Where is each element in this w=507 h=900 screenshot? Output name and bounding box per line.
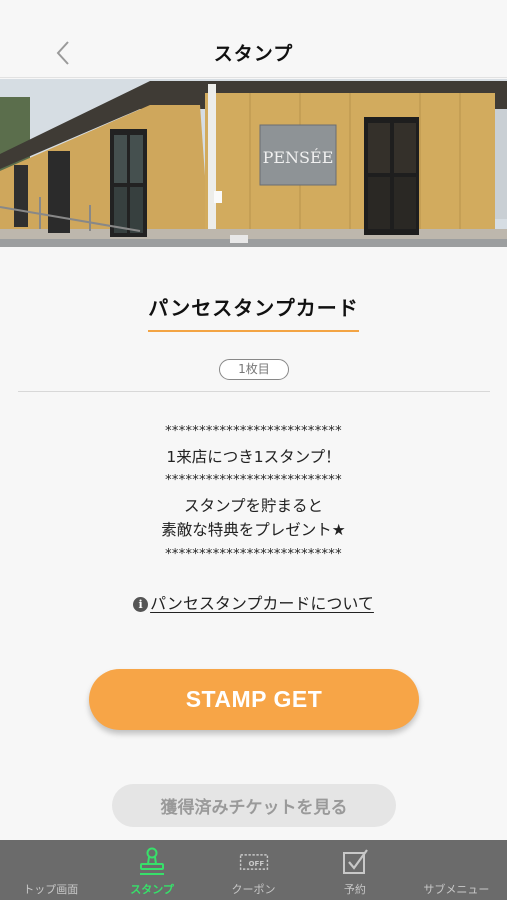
tab-bar: トップ画面 スタンプ OFF クーポン 予約 サブメニュー	[0, 840, 507, 900]
tab-label: 予約	[343, 883, 366, 896]
back-button[interactable]	[46, 36, 80, 70]
stamp-get-button[interactable]: STAMP GET	[89, 669, 419, 730]
chevron-left-icon	[56, 41, 69, 65]
view-tickets-button[interactable]: 獲得済みチケットを見る	[112, 784, 396, 827]
description-line: **************************	[165, 424, 342, 439]
home-icon	[36, 847, 66, 877]
tab-label: サブメニュー	[423, 883, 490, 896]
description-line: 1来店につき1スタンプ！	[166, 447, 341, 466]
about-stamp-card-link[interactable]: i パンセスタンプカードについて	[0, 590, 507, 614]
reservation-check-icon	[340, 847, 370, 877]
tab-coupon[interactable]: OFF クーポン	[203, 840, 304, 900]
description-line: **************************	[165, 546, 342, 562]
nav-bar: スタンプ	[0, 28, 507, 78]
stamp-icon	[137, 847, 167, 877]
tab-label: トップ画面	[23, 883, 79, 896]
card-description: ************************** 1来店につき1スタンプ！ …	[0, 420, 507, 567]
shop-photo: PENSÉE	[0, 79, 507, 247]
sheet-count-badge: 1枚目	[219, 359, 289, 380]
svg-text:OFF: OFF	[248, 859, 264, 868]
signboard-text: PENSÉE	[263, 147, 334, 167]
stamp-card-title: パンセスタンプカード	[148, 292, 359, 332]
menu-icon	[441, 847, 471, 877]
description-line: スタンプを貯まると	[183, 496, 324, 515]
status-bar	[0, 0, 507, 28]
about-link-label: パンセスタンプカードについて	[150, 594, 374, 613]
tab-submenu[interactable]: サブメニュー	[406, 840, 507, 900]
page-title: スタンプ	[213, 43, 294, 65]
tab-top[interactable]: トップ画面	[0, 840, 101, 900]
coupon-off-icon: OFF	[239, 847, 269, 877]
tab-label: スタンプ	[130, 883, 174, 896]
tab-stamp[interactable]: スタンプ	[101, 840, 202, 900]
description-line: 素敵な特典をプレゼント★	[161, 521, 346, 539]
description-line: **************************	[165, 473, 342, 488]
info-icon: i	[133, 597, 149, 612]
divider	[18, 391, 490, 392]
tab-label: クーポン	[231, 883, 276, 896]
tab-reservation[interactable]: 予約	[304, 840, 405, 900]
